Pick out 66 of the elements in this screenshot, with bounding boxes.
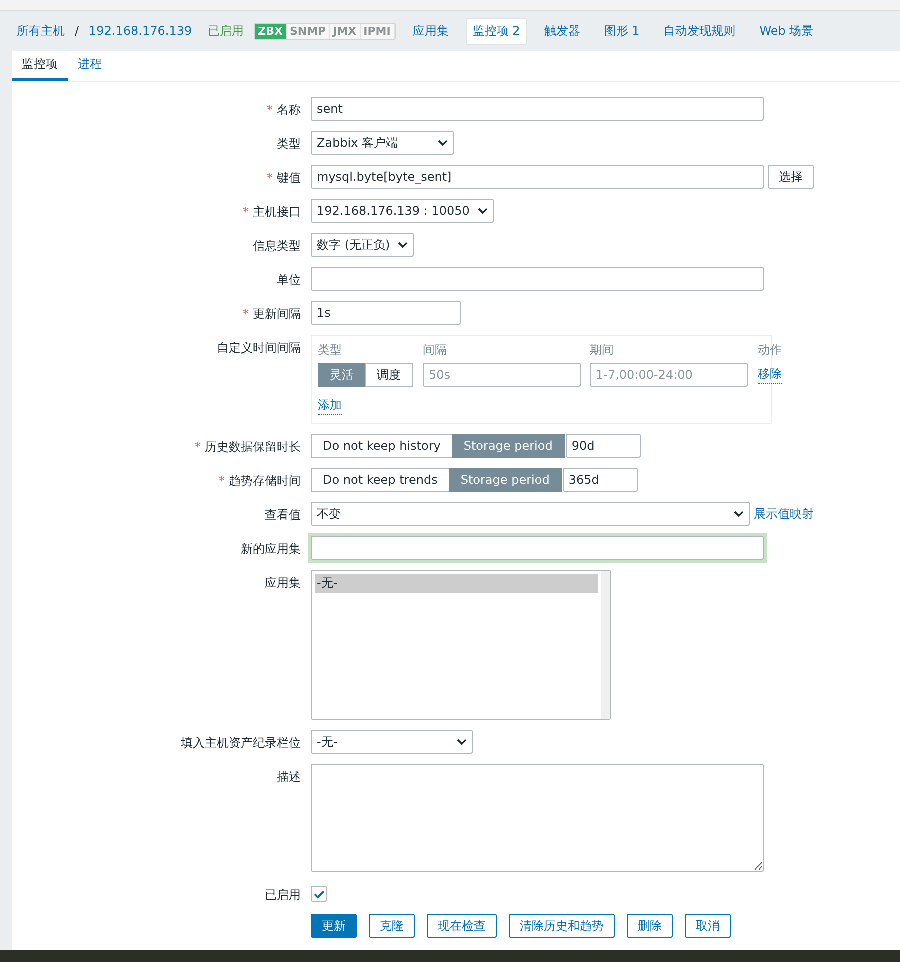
storage-toggle[interactable]: Storage period bbox=[452, 434, 565, 458]
field-label: 描述 bbox=[276, 769, 301, 786]
mode-toggle[interactable]: 灵活 bbox=[318, 363, 366, 387]
dropdown[interactable]: 数字 (无正负) bbox=[311, 233, 414, 257]
key-field[interactable]: mysql.byte[byte_sent] bbox=[311, 165, 764, 189]
interval-field[interactable]: 1s bbox=[311, 301, 461, 325]
field-label: 已启用 bbox=[264, 887, 301, 904]
storage-toggle[interactable]: Do not keep history bbox=[311, 434, 453, 458]
dropdown[interactable]: -无- bbox=[311, 730, 473, 754]
dropdown[interactable]: 不变 bbox=[311, 502, 750, 526]
remove-link[interactable]: 移除 bbox=[758, 366, 782, 384]
add-link[interactable]: 添加 bbox=[318, 397, 342, 415]
nav-tab[interactable]: Web 场景 bbox=[752, 18, 821, 44]
field-label: 自定义时间间隔 bbox=[216, 340, 301, 357]
storage-toggle[interactable]: Storage period bbox=[448, 468, 562, 492]
field-label: * 更新间隔 bbox=[242, 306, 301, 323]
action-button[interactable]: 现在检查 bbox=[427, 914, 497, 938]
availability-tag: IPMI bbox=[360, 24, 395, 38]
tab[interactable]: 进程 bbox=[68, 51, 112, 81]
column-header: 动作 bbox=[758, 342, 782, 359]
period-field[interactable]: 90d bbox=[566, 434, 641, 458]
storage-toggle[interactable]: Do not keep trends bbox=[311, 468, 450, 492]
field-label: 新的应用集 bbox=[240, 541, 301, 558]
action-button[interactable]: 清除历史和趋势 bbox=[509, 914, 615, 938]
column-header: 期间 bbox=[590, 342, 615, 359]
field-label: * 键值 bbox=[266, 170, 301, 187]
availability-tag: ZBX bbox=[255, 24, 287, 38]
breadcrumb-link[interactable]: 所有主机 bbox=[17, 22, 65, 40]
column-header: 类型 bbox=[318, 342, 343, 359]
field-label: 单位 bbox=[276, 272, 301, 289]
availability-tag: SNMP bbox=[286, 24, 330, 38]
nav-tab[interactable]: 触发器 bbox=[537, 18, 588, 44]
action-button[interactable]: 更新 bbox=[311, 914, 357, 938]
action-button[interactable]: 删除 bbox=[627, 914, 673, 938]
dropdown[interactable]: Zabbix 客户端 bbox=[311, 131, 454, 155]
status-text: 已启用 bbox=[208, 22, 244, 40]
select-button[interactable]: 选择 bbox=[768, 165, 814, 189]
value-mapping-link[interactable]: 展示值映射 bbox=[754, 506, 814, 522]
applications-listbox[interactable]: -无- bbox=[311, 570, 611, 720]
field-label: * 名称 bbox=[266, 102, 301, 119]
nav-tab[interactable]: 自动发现规则 bbox=[656, 18, 743, 44]
nav-tab[interactable]: 图形 1 bbox=[597, 18, 647, 44]
field-label: 类型 bbox=[276, 136, 301, 153]
mode-toggle[interactable]: 调度 bbox=[365, 363, 413, 387]
availability-tag: JMX bbox=[330, 24, 361, 38]
breadcrumb-link[interactable]: 192.168.176.139 bbox=[89, 24, 192, 38]
nav-tab[interactable]: 监控项 2 bbox=[466, 18, 528, 44]
nav-tab[interactable]: 应用集 bbox=[406, 18, 456, 44]
period-field[interactable]: 1-7,00:00-24:00 bbox=[590, 363, 748, 387]
interval-field[interactable]: 50s bbox=[423, 363, 581, 387]
tab[interactable]: 监控项 bbox=[12, 51, 68, 81]
action-button[interactable]: 取消 bbox=[685, 914, 731, 938]
field-label: 应用集 bbox=[264, 575, 301, 592]
column-header: 间隔 bbox=[423, 342, 448, 359]
field-label: 信息类型 bbox=[252, 238, 301, 255]
list-option[interactable]: -无- bbox=[315, 574, 598, 593]
field-label: * 历史数据保留时长 bbox=[194, 439, 301, 456]
breadcrumb-separator: / bbox=[75, 24, 80, 38]
period-field[interactable]: 365d bbox=[562, 468, 638, 492]
field-label: * 主机接口 bbox=[242, 204, 301, 221]
field-label: 查看值 bbox=[264, 507, 301, 524]
action-button[interactable]: 克隆 bbox=[369, 914, 415, 938]
field-label: 填入主机资产纪录栏位 bbox=[180, 735, 301, 752]
name-field[interactable]: sent bbox=[311, 97, 764, 121]
dropdown[interactable]: 192.168.176.139 : 10050 bbox=[311, 199, 494, 223]
field-label: * 趋势存储时间 bbox=[218, 473, 301, 490]
